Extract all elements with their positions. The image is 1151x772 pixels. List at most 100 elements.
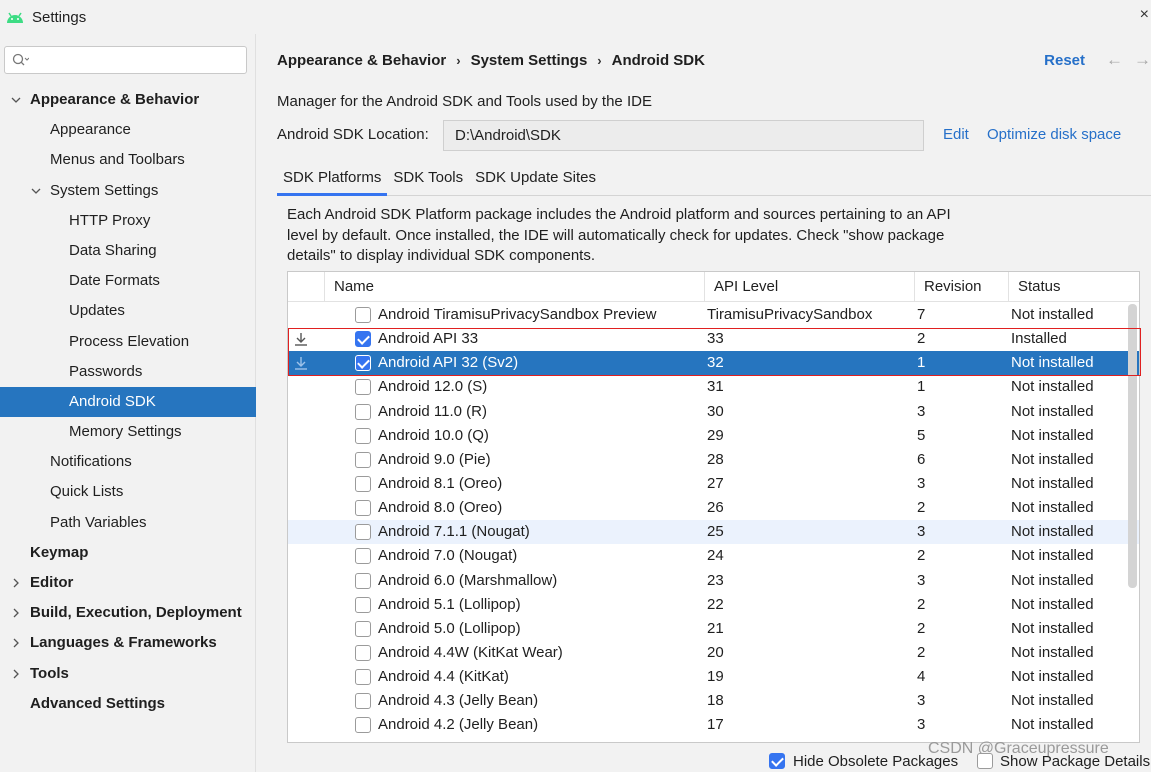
sidebar-item-data-sharing[interactable]: Data Sharing (0, 236, 256, 266)
package-checkbox[interactable] (355, 669, 371, 686)
sidebar-item-updates[interactable]: Updates (0, 296, 256, 326)
chevron-right-icon[interactable] (11, 669, 21, 679)
table-row[interactable]: Android 12.0 (S) 31 1 Not installed (288, 375, 1139, 399)
table-row[interactable]: Android 6.0 (Marshmallow) 23 3 Not installe… (288, 569, 1139, 593)
sidebar-item-date-formats[interactable]: Date Formats (0, 266, 256, 296)
table-scrollbar[interactable] (1127, 304, 1137, 736)
package-api-level: 21 (707, 619, 724, 637)
table-row[interactable]: Android 9.0 (Pie) 28 6 Not installed (288, 448, 1139, 472)
sidebar-item-http-proxy[interactable]: HTTP Proxy (0, 206, 256, 236)
show-package-details-label[interactable]: Show Package Details (1000, 753, 1150, 770)
package-checkbox[interactable] (355, 693, 371, 710)
table-row[interactable]: Android 11.0 (R) 30 3 Not installed (288, 400, 1139, 424)
sidebar-item-menus-and-toolbars[interactable]: Menus and Toolbars (0, 145, 256, 175)
package-checkbox[interactable] (355, 403, 371, 420)
table-row[interactable]: Android 5.0 (Lollipop) 21 2 Not installed (288, 617, 1139, 641)
show-package-details-checkbox[interactable] (977, 753, 993, 769)
sidebar-item-languages-frameworks[interactable]: Languages & Frameworks (0, 628, 256, 658)
table-row[interactable]: Android 5.1 (Lollipop) 22 2 Not installed (288, 593, 1139, 617)
table-row[interactable]: Android API 33 33 2 Installed (288, 327, 1139, 351)
back-arrow-icon[interactable]: ← (1106, 50, 1123, 70)
package-checkbox[interactable] (355, 572, 371, 589)
package-checkbox[interactable] (355, 307, 371, 323)
scrollbar-thumb[interactable] (1128, 304, 1137, 588)
sidebar-item-quick-lists[interactable]: Quick Lists (0, 477, 256, 507)
sidebar-item-tools[interactable]: Tools (0, 659, 256, 689)
sidebar-item-label: Path Variables (50, 513, 147, 531)
breadcrumb-item[interactable]: System Settings (471, 52, 588, 69)
table-row[interactable]: Android TiramisuPrivacySandbox Preview Ti… (288, 303, 1139, 327)
chevron-right-icon[interactable] (11, 638, 21, 648)
reset-button[interactable]: Reset (1044, 52, 1085, 69)
package-name: Android 4.3 (Jelly Bean) (378, 692, 539, 710)
package-name: Android 10.0 (Q) (378, 426, 489, 444)
tab-sdk-platforms[interactable]: SDK Platforms (277, 164, 388, 196)
sidebar-item-notifications[interactable]: Notifications (0, 447, 256, 477)
table-row[interactable]: Android 4.4 (KitKat) 19 4 Not installed (288, 665, 1139, 689)
table-row[interactable]: Android 4.3 (Jelly Bean) 18 3 Not installed (288, 689, 1139, 713)
table-row[interactable]: Android 7.1.1 (Nougat) 25 3 Not installed (288, 520, 1139, 545)
package-status: Not installed (1011, 450, 1094, 468)
package-checkbox[interactable] (355, 620, 371, 637)
hide-obsolete-label[interactable]: Hide Obsolete Packages (793, 753, 958, 770)
package-checkbox[interactable] (355, 451, 371, 468)
package-checkbox[interactable] (355, 596, 371, 613)
table-row[interactable]: Android 8.0 (Oreo) 26 2 Not installed (288, 496, 1139, 520)
sdk-platforms-info: Each Android SDK Platform package includ… (287, 205, 1007, 267)
package-revision: 1 (917, 354, 926, 372)
optimize-disk-space-link[interactable]: Optimize disk space (987, 126, 1121, 143)
edit-link[interactable]: Edit (943, 126, 969, 143)
package-revision: 3 (917, 571, 926, 589)
tab-sdk-update-sites[interactable]: SDK Update Sites (469, 164, 602, 196)
package-status: Not installed (1011, 402, 1094, 420)
package-checkbox[interactable] (355, 475, 371, 492)
sidebar-item-memory-settings[interactable]: Memory Settings (0, 417, 256, 447)
package-checkbox[interactable] (355, 331, 371, 348)
package-api-level: 25 (707, 523, 724, 541)
column-header-name[interactable]: Name (324, 272, 704, 302)
table-row[interactable]: Android 7.0 (Nougat) 24 2 Not installed (288, 544, 1139, 568)
sidebar-item-editor[interactable]: Editor (0, 568, 256, 598)
breadcrumb-item[interactable]: Appearance & Behavior (277, 52, 446, 69)
table-row[interactable]: Android API 32 (Sv2) 32 1 Not installed (288, 351, 1139, 376)
package-checkbox[interactable] (355, 524, 371, 541)
package-checkbox[interactable] (355, 548, 371, 565)
table-row[interactable]: Android 4.4W (KitKat Wear) 20 2 Not install… (288, 641, 1139, 665)
column-header-revision[interactable]: Revision (914, 272, 1008, 302)
table-row[interactable]: Android 8.1 (Oreo) 27 3 Not installed (288, 472, 1139, 496)
chevron-right-icon[interactable] (11, 608, 21, 618)
package-checkbox[interactable] (355, 379, 371, 396)
breadcrumb-item[interactable]: Android SDK (612, 52, 705, 69)
sidebar-item-keymap[interactable]: Keymap (0, 538, 256, 568)
sidebar-item-label: Updates (69, 302, 125, 320)
hide-obsolete-checkbox[interactable] (769, 753, 785, 769)
close-icon[interactable]: × (1140, 6, 1149, 24)
sidebar-item-passwords[interactable]: Passwords (0, 357, 256, 387)
column-header-status[interactable]: Status (1008, 272, 1139, 302)
chevron-down-icon[interactable] (11, 95, 21, 105)
search-input[interactable] (4, 46, 247, 74)
sdk-location-field[interactable]: D:\Android\SDK (443, 120, 924, 151)
sidebar-item-path-variables[interactable]: Path Variables (0, 508, 256, 538)
sidebar-item-label: Notifications (50, 453, 132, 471)
package-revision: 2 (917, 547, 926, 565)
sidebar-item-build-execution-deployment[interactable]: Build, Execution, Deployment (0, 598, 256, 628)
package-checkbox[interactable] (355, 427, 371, 444)
sidebar-item-appearance-behavior[interactable]: Appearance & Behavior (0, 85, 256, 115)
column-header-api-level[interactable]: API Level (704, 272, 914, 302)
sidebar-item-process-elevation[interactable]: Process Elevation (0, 327, 256, 357)
sidebar-item-system-settings[interactable]: System Settings (0, 176, 256, 206)
table-row[interactable]: Android 4.2 (Jelly Bean) 17 3 Not installed (288, 713, 1139, 737)
sidebar-item-advanced-settings[interactable]: Advanced Settings (0, 689, 256, 719)
table-row[interactable]: Android 10.0 (Q) 29 5 Not installed (288, 424, 1139, 448)
chevron-right-icon[interactable] (11, 578, 21, 588)
package-checkbox[interactable] (355, 500, 371, 517)
package-checkbox[interactable] (355, 355, 371, 372)
forward-arrow-icon[interactable]: → (1134, 50, 1151, 70)
tab-sdk-tools[interactable]: SDK Tools (387, 164, 469, 196)
chevron-down-icon[interactable] (31, 186, 41, 196)
sidebar-item-android-sdk[interactable]: Android SDK (0, 386, 256, 418)
package-checkbox[interactable] (355, 644, 371, 661)
package-checkbox[interactable] (355, 717, 371, 734)
sidebar-item-appearance[interactable]: Appearance (0, 115, 256, 145)
